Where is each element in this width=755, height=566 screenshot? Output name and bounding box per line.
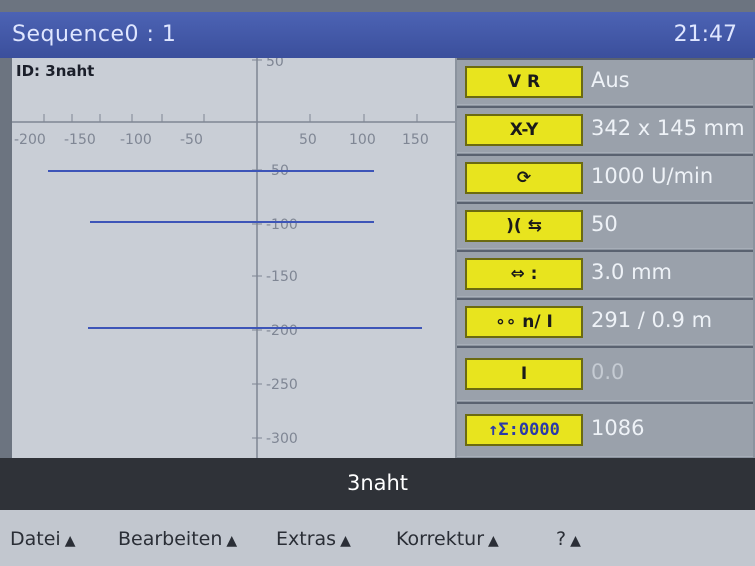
beam-value: 0.0 xyxy=(591,360,625,384)
status-text: 3naht xyxy=(346,471,409,495)
x-tick-label: -100 xyxy=(120,132,152,148)
spacing-value: 3.0 mm xyxy=(591,260,672,284)
menu-label: Korrektur xyxy=(396,528,485,550)
title-bar: Sequence0 : 1 21:47 xyxy=(0,12,755,58)
spacing-icon[interactable]: ⇔ : xyxy=(465,258,583,290)
seam-plot[interactable]: ID: 3naht -200 -150 -100 -50 50 100 150 … xyxy=(12,58,455,458)
x-ticks xyxy=(43,114,418,122)
caret-up-icon: ▲ xyxy=(340,533,351,549)
y-tick-label: -200 xyxy=(266,323,298,339)
tool-value: Aus xyxy=(591,68,630,92)
y-tick-label: -250 xyxy=(266,377,298,393)
y-tick-label: -300 xyxy=(266,431,298,447)
menu-bearbeiten[interactable]: Bearbeiten ▲ xyxy=(118,528,237,550)
y-tick-label: 50 xyxy=(266,58,284,70)
param-row-spacing[interactable]: ⇔ : 3.0 mm xyxy=(457,250,753,297)
menu-label: Bearbeiten xyxy=(118,528,223,550)
sequence-title: Sequence0 : 1 xyxy=(12,22,177,47)
y-tick-labels: 50 -50 -100 -150 -200 -250 -300 xyxy=(266,58,298,447)
menu-korrektur[interactable]: Korrektur ▲ xyxy=(396,528,499,550)
caret-up-icon: ▲ xyxy=(488,533,499,549)
caret-up-icon: ▲ xyxy=(570,533,581,549)
menu-help[interactable]: ? ▲ xyxy=(556,528,581,550)
beam-icon[interactable]: Ⅰ xyxy=(465,358,583,390)
device-screen: Sequence0 : 1 21:47 ID: 3naht -200 -150 … xyxy=(0,0,755,566)
tool-icon[interactable]: V R xyxy=(465,66,583,98)
sum-counter-icon[interactable]: ↑Σ:0000 xyxy=(465,414,583,446)
param-row-beam[interactable]: Ⅰ 0.0 xyxy=(457,346,753,401)
param-row-tool[interactable]: V R Aus xyxy=(457,58,753,105)
rotation-icon[interactable]: ⟳ xyxy=(465,162,583,194)
param-row-gap[interactable]: )( ⇆ 50 xyxy=(457,202,753,249)
xy-size-icon[interactable]: X-Y xyxy=(465,114,583,146)
caret-up-icon: ▲ xyxy=(64,533,76,549)
y-tick-label: -150 xyxy=(266,269,298,285)
count-icon[interactable]: ∘∘ n/ Ⅰ xyxy=(465,306,583,338)
seam-plot-canvas: -200 -150 -100 -50 50 100 150 50 -50 -10… xyxy=(12,58,455,458)
menu-label: Extras xyxy=(276,528,337,550)
x-tick-label: 50 xyxy=(299,132,317,148)
gap-value: 50 xyxy=(591,212,618,236)
param-row-rotation[interactable]: ⟳ 1000 U/min xyxy=(457,154,753,201)
menu-label: ? xyxy=(556,528,567,550)
gap-icon[interactable]: )( ⇆ xyxy=(465,210,583,242)
rotation-value: 1000 U/min xyxy=(591,164,714,188)
x-tick-labels: -200 -150 -100 -50 50 100 150 xyxy=(14,132,429,148)
x-tick-label: -50 xyxy=(180,132,203,148)
caret-up-icon: ▲ xyxy=(226,533,238,549)
count-value: 291 / 0.9 m xyxy=(591,308,713,332)
x-tick-label: 100 xyxy=(349,132,376,148)
menu-extras[interactable]: Extras ▲ xyxy=(276,528,351,550)
param-row-sum-counter[interactable]: ↑Σ:0000 1086 xyxy=(457,402,753,457)
param-row-xy-size[interactable]: X-Y 342 x 145 mm xyxy=(457,106,753,153)
xy-size-value: 342 x 145 mm xyxy=(591,116,745,140)
parameter-panel: V R Aus X-Y 342 x 145 mm ⟳ 1000 U/min )(… xyxy=(455,58,755,458)
x-tick-label: -200 xyxy=(14,132,46,148)
menu-bar: Datei ▲ Bearbeiten ▲ Extras ▲ Korrektur ▲ ? ▲ xyxy=(0,510,755,566)
menu-datei[interactable]: Datei ▲ xyxy=(10,528,75,550)
menu-label: Datei xyxy=(10,528,61,550)
clock: 21:47 xyxy=(673,22,737,47)
param-row-count[interactable]: ∘∘ n/ Ⅰ 291 / 0.9 m xyxy=(457,298,753,345)
y-tick-label: -100 xyxy=(266,217,298,233)
x-tick-label: -150 xyxy=(64,132,96,148)
status-bar: 3naht xyxy=(0,458,755,510)
sum-counter-value: 1086 xyxy=(591,416,645,440)
x-tick-label: 150 xyxy=(402,132,429,148)
